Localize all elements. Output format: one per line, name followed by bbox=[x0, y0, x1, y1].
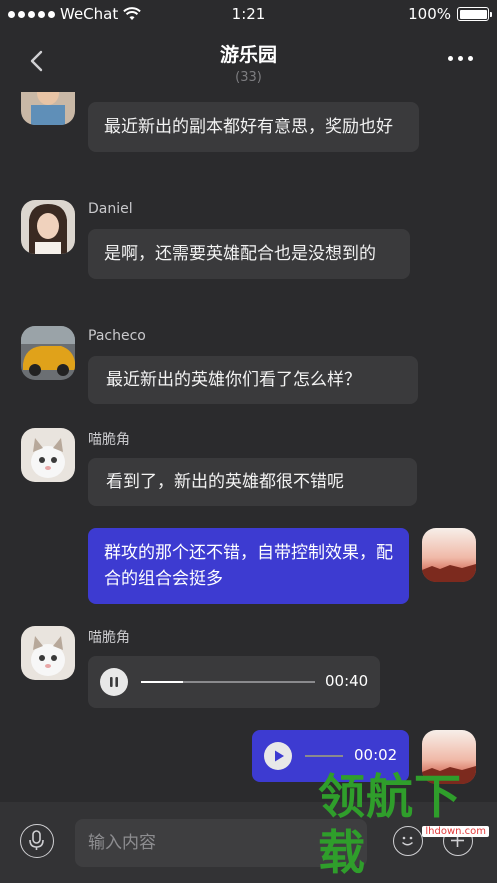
my-avatar[interactable] bbox=[422, 528, 476, 582]
watermark-text: 领航下载 bbox=[318, 770, 462, 881]
message-text: 是啊，还需要英雄配合也是没想到的 bbox=[104, 244, 376, 264]
voice-message[interactable]: 00:40 bbox=[88, 656, 380, 708]
sender-name: Pacheco bbox=[88, 328, 146, 344]
voice-progress-fill bbox=[141, 681, 183, 683]
microphone-icon bbox=[29, 830, 44, 850]
voice-duration: 00:02 bbox=[354, 746, 398, 764]
pause-icon bbox=[110, 677, 118, 687]
avatar[interactable] bbox=[21, 428, 75, 482]
pause-button[interactable] bbox=[100, 668, 128, 696]
play-icon bbox=[275, 750, 284, 762]
message-bubble[interactable]: 最近新出的副本都好有意思，奖励也好 bbox=[88, 102, 419, 152]
battery-percent: 100% bbox=[408, 5, 451, 23]
voice-progress-track[interactable] bbox=[141, 681, 315, 683]
message-bubble[interactable]: 是啊，还需要英雄配合也是没想到的 bbox=[88, 229, 410, 279]
my-message-bubble[interactable]: 群攻的那个还不错，自带控制效果，配合的组合会挺多 bbox=[88, 528, 409, 604]
play-button[interactable] bbox=[264, 742, 292, 770]
navigation-bar: 游乐园 (33) bbox=[0, 28, 497, 92]
sender-name: 喵脆角 bbox=[88, 432, 130, 448]
chat-message-list[interactable]: 最近新出的副本都好有意思，奖励也好 Daniel 是啊，还需要英雄配合也是没想到… bbox=[0, 92, 497, 802]
message-text: 最近新出的副本都好有意思，奖励也好 bbox=[104, 117, 393, 137]
message-text: 群攻的那个还不错，自带控制效果，配合的组合会挺多 bbox=[104, 543, 393, 589]
group-title: 游乐园 bbox=[219, 44, 277, 66]
message-bubble[interactable]: 看到了，新出的英雄都很不错呢 bbox=[88, 458, 417, 506]
sender-name: 喵脆角 bbox=[88, 630, 130, 646]
message-text: 最近新出的英雄你们看了怎么样？ bbox=[106, 370, 361, 390]
voice-duration: 00:40 bbox=[325, 672, 369, 690]
avatar[interactable] bbox=[21, 326, 75, 380]
more-options-icon[interactable] bbox=[448, 56, 473, 61]
avatar[interactable] bbox=[21, 626, 75, 680]
message-bubble[interactable]: 最近新出的英雄你们看了怎么样？ bbox=[88, 356, 418, 404]
message-text: 看到了，新出的英雄都很不错呢 bbox=[106, 472, 344, 492]
voice-progress-track[interactable] bbox=[305, 755, 343, 757]
battery-status: 100% bbox=[408, 5, 492, 23]
avatar[interactable] bbox=[21, 92, 75, 125]
watermark-logo: lhdown.com 领航下载 bbox=[318, 770, 493, 882]
member-count: (33) bbox=[235, 70, 262, 85]
status-bar: WeChat 1:21 100% bbox=[0, 0, 497, 28]
avatar[interactable] bbox=[21, 200, 75, 254]
battery-icon bbox=[457, 7, 492, 21]
sender-name: Daniel bbox=[88, 201, 133, 217]
voice-input-button[interactable] bbox=[20, 824, 54, 858]
